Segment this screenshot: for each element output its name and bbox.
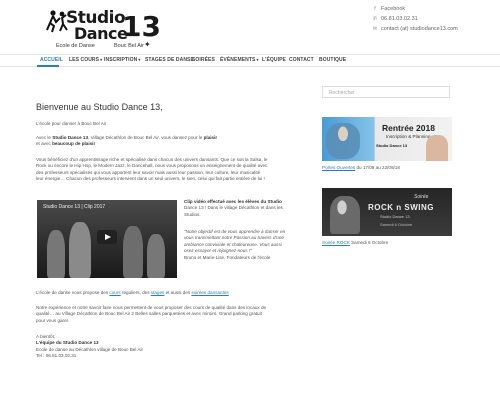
clip-description: Clip vidéo effectué avec les élèves du S…: [184, 199, 334, 218]
logo-dance-text: Dance: [74, 24, 128, 43]
promo-subtitle: Inscription & Planning: [386, 134, 431, 139]
dancer-figure: [47, 230, 65, 278]
paragraph-offer: L'école de danse vous propose des cours …: [36, 290, 326, 296]
nav-item-label: LES COURS: [69, 57, 100, 63]
logo-tagline-right: Bouc Bel Air: [114, 43, 144, 49]
promo-rock-title: ROCK n SWING: [368, 203, 434, 212]
dancing-couple-image: [330, 196, 360, 234]
dancer-figure: [147, 234, 165, 278]
dancer-figure: [123, 226, 143, 278]
nav-item-accueil[interactable]: ACCUEIL: [40, 57, 63, 63]
nav-active-underline: [37, 65, 59, 67]
promo-title: Rentrée 2018: [382, 123, 435, 133]
chevron-down-icon: ▾: [100, 57, 103, 62]
main-nav: ACCUEIL LES COURS▾ INSCRIPTION▾ STAGES D…: [0, 54, 500, 67]
caption-text: du 17/09 au 22/09/18: [355, 165, 400, 170]
paragraph-apprentissage: Vous bénéficiez d'un apprentissage riche…: [36, 157, 326, 183]
nav-item-soirees[interactable]: SOIRÉES: [192, 57, 215, 63]
text: et avec: [36, 141, 53, 147]
nav-item-les-cours[interactable]: LES COURS▾: [69, 57, 102, 63]
promo-rock-banner[interactable]: Soirée ROCK n SWING Studio Dance 13 Same…: [322, 188, 452, 236]
paragraph-line: pour vous garer.: [36, 317, 70, 323]
video-title: Studio Dance 13 | Clip 2017: [43, 204, 106, 210]
nav-item-label: ÉVÈNEMENTS: [220, 57, 256, 63]
promo-studio-text: Studio Dance 13: [380, 214, 410, 219]
phone-link[interactable]: ✆ 06.81.03.02.31: [372, 14, 458, 24]
signature-line: Tel : 06.81.03.02.31: [36, 353, 77, 359]
facebook-link[interactable]: f Facebook: [372, 4, 458, 14]
video-player[interactable]: Studio Dance 13 | Clip 2017: [37, 200, 177, 278]
phone-icon: ✆: [372, 16, 378, 22]
soiree-rock-link[interactable]: Soirée ROCK: [322, 240, 350, 245]
text: , Village Décathlon de Bouc Bel Air, vou…: [88, 135, 204, 140]
chevron-down-icon: ▾: [138, 57, 141, 62]
paragraph-line: leur énergie… Chacun des professeurs int…: [36, 176, 265, 182]
promo-date: Samedi 6 Octobre: [380, 222, 413, 227]
founders-quote: "Notre objectif est de vous apprendre à …: [184, 229, 334, 261]
nav-item-label: INSCRIPTION: [104, 57, 138, 63]
text: L'école de danse vous propose des: [36, 290, 110, 295]
promo1-caption: Portes Ouvertes du 17/09 au 22/09/18: [322, 165, 400, 170]
logo-number: 13: [122, 10, 161, 43]
nav-item-inscription[interactable]: INSCRIPTION▾: [104, 57, 140, 63]
nav-item-boutique[interactable]: BOUTIQUE: [319, 57, 346, 63]
plaisir-text: plaisir: [203, 135, 218, 140]
nav-item-stages[interactable]: STAGES DE DANSE: [145, 57, 194, 63]
logo-tagline-left: Ecole de Danse: [56, 43, 95, 49]
header-contacts: f Facebook ✆ 06.81.03.02.31 ✉ contact (at) …: [372, 4, 458, 34]
clip-line: Dance 13 ! Dans le village Décathlon et …: [184, 205, 283, 211]
page-title: Bienvenue au Studio Dance 13,: [36, 102, 163, 112]
portes-ouvertes-link[interactable]: Portes Ouvertes: [322, 165, 355, 170]
header: Studio Dance 13 Ecole de Danse Bouc Bel …: [0, 0, 500, 52]
promo-logo-text: Studio Dance 13: [376, 143, 408, 148]
phone-number: 06.81.03.02.31: [381, 16, 418, 22]
dancer-image: [326, 123, 360, 159]
clip-line: Clip vidéo effectué avec les élèves du S…: [184, 199, 282, 204]
promo-rentree-banner[interactable]: Rentrée 2018 Inscription & Planning Stud…: [322, 117, 452, 161]
facebook-icon: f: [374, 6, 376, 12]
email-icon: ✉: [372, 26, 378, 32]
text: Avec le: [36, 135, 53, 140]
dancer-figure: [69, 222, 91, 278]
email-address: contact (at) studiodance13.com: [381, 26, 458, 32]
beaucoup-text: beaucoup de plaisir: [52, 141, 96, 147]
email-link[interactable]: ✉ contact (at) studiodance13.com: [372, 24, 458, 34]
chevron-down-icon: ▾: [256, 57, 259, 62]
soirees-link[interactable]: soirées dansantes: [191, 290, 228, 295]
intro-text: L'école pour danser à Bouc Bel Air: [36, 121, 107, 126]
nav-item-equipe[interactable]: L'ÉQUIPE: [262, 57, 286, 63]
signature: A bientôt, L'équipe du Studio Dance 13 E…: [36, 334, 236, 360]
promo2-caption: Soirée ROCK Samedi 6 Octobre: [322, 240, 388, 245]
paragraph-intro: Avec le Studio Dance 13, Village Décathl…: [36, 135, 246, 148]
search-input[interactable]: Rechercher: [322, 86, 450, 98]
nav-item-evenements[interactable]: ÉVÈNEMENTS▾: [220, 57, 259, 63]
studio-name: Studio Dance 13: [52, 135, 89, 140]
promo-soiree-text: Soirée: [414, 194, 429, 200]
stages-link[interactable]: stages: [151, 290, 165, 295]
signature-team: L'équipe du Studio Dance 13: [36, 340, 99, 346]
nav-item-contact[interactable]: CONTACT: [289, 57, 314, 63]
play-icon[interactable]: [97, 230, 117, 244]
dancer-image: [426, 135, 448, 161]
quote-author: Bruno et Marie-Lise, Fondateurs de l'éco…: [184, 254, 271, 260]
facebook-label: Facebook: [381, 6, 406, 12]
paragraph-experience: Notre expérience et notre savoir faire n…: [36, 305, 326, 324]
text: réguliers, des: [120, 290, 151, 295]
studio-logo[interactable]: Studio Dance 13 Ecole de Danse Bouc Bel …: [44, 6, 164, 50]
cours-link[interactable]: cours: [109, 290, 120, 295]
bird-icon: ✦: [144, 40, 151, 49]
caption-text: Samedi 6 Octobre: [349, 240, 389, 245]
text: et aussi des: [164, 290, 192, 295]
clip-line: Studios.: [184, 211, 201, 217]
